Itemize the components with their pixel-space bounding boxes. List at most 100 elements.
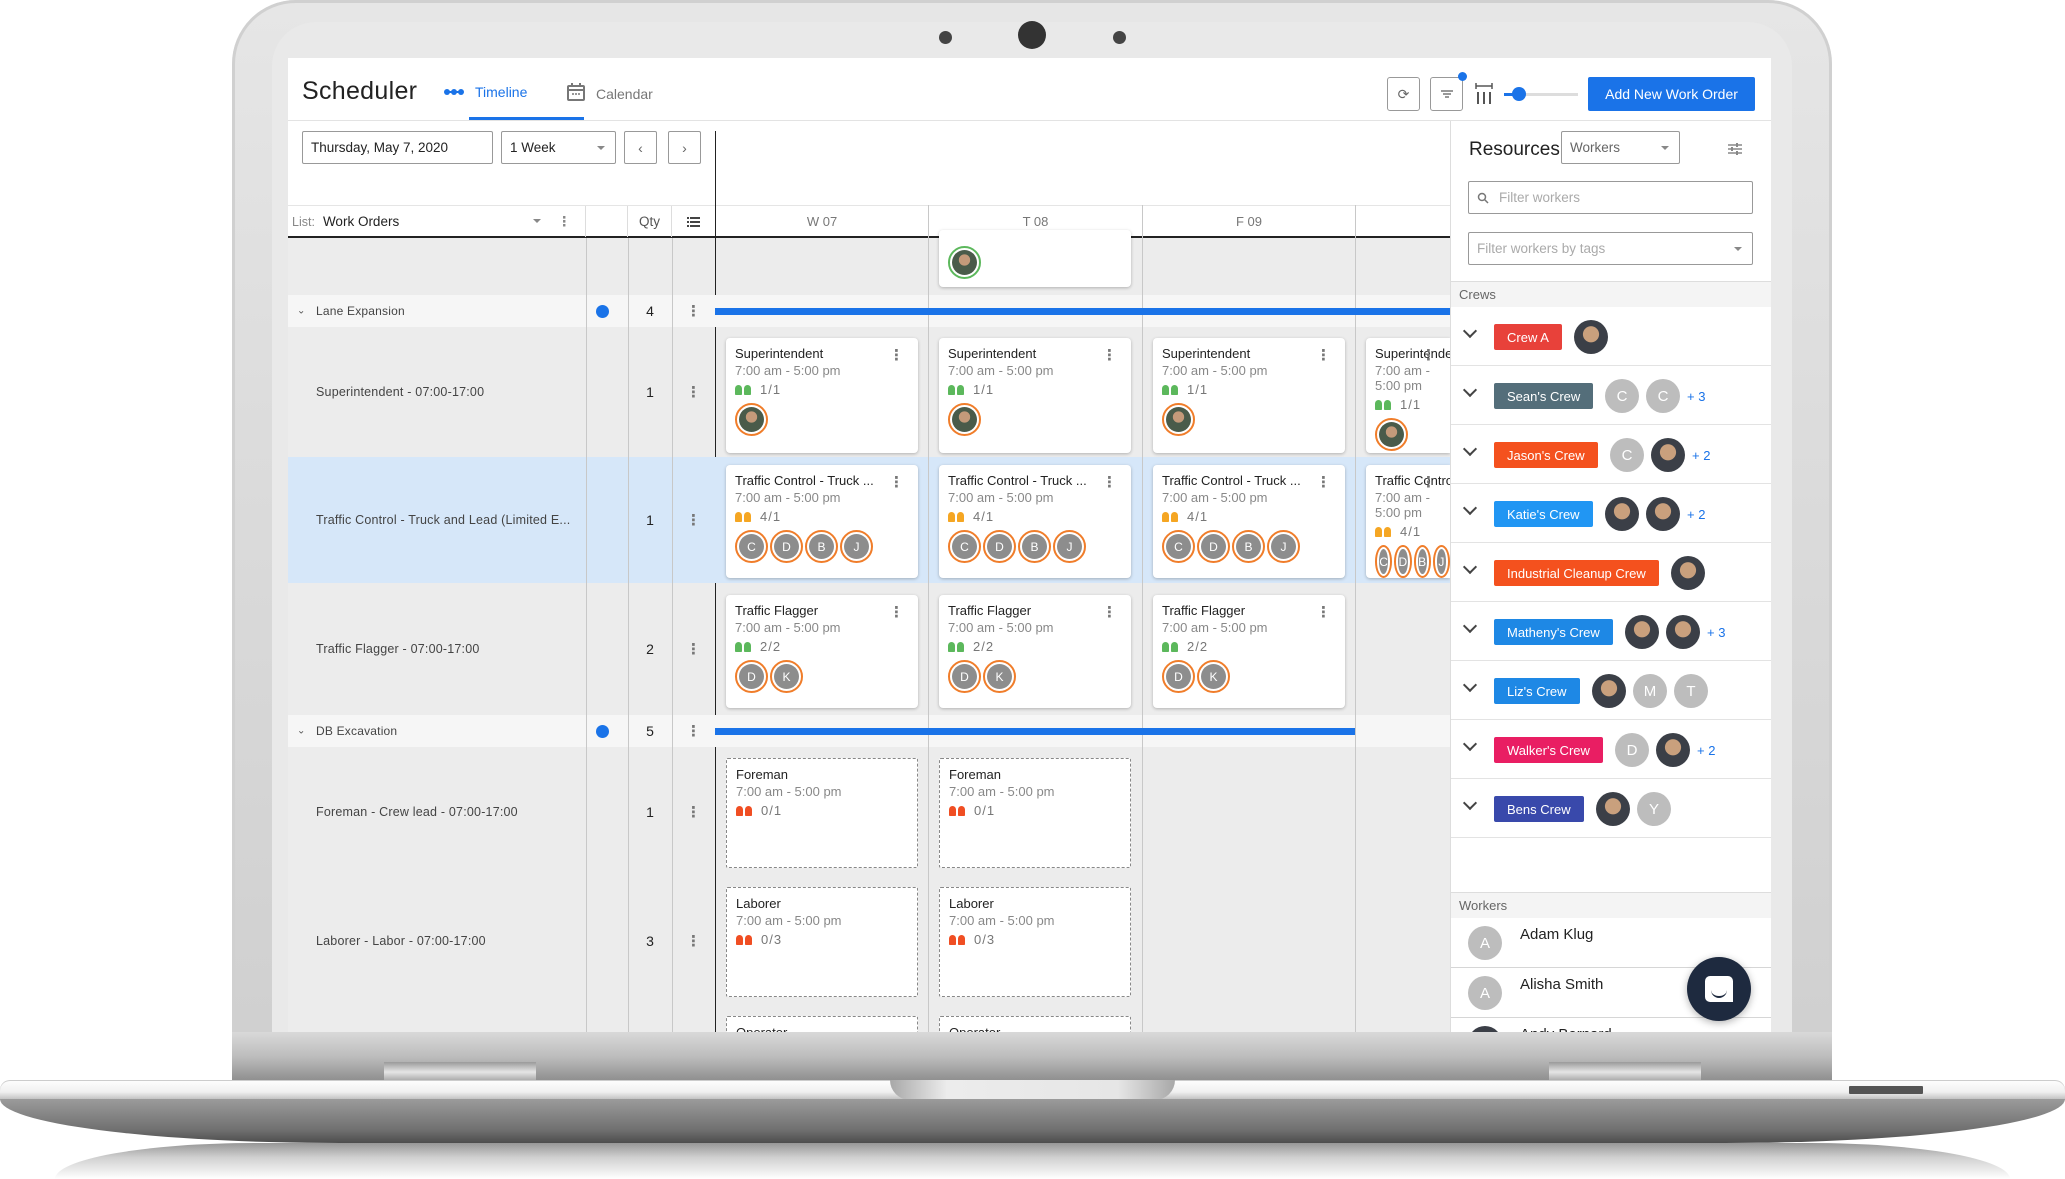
filter-workers-input[interactable]: Filter workers: [1468, 181, 1753, 214]
row-menu-icon[interactable]: ⋮: [672, 511, 715, 529]
crew-tag[interactable]: Jason's Crew: [1494, 442, 1598, 468]
slider-thumb[interactable]: [1511, 87, 1526, 101]
shift-card[interactable]: Superintendent 7:00 am - 5:00 pm 1/1 ⋮: [939, 338, 1131, 453]
crew-tag[interactable]: Bens Crew: [1494, 796, 1584, 822]
refresh-button[interactable]: ⟳: [1387, 77, 1420, 111]
row-menu-icon[interactable]: ⋮: [672, 932, 715, 950]
more-members-count[interactable]: + 3: [1707, 625, 1725, 640]
card-menu-icon[interactable]: ⋮: [889, 605, 904, 620]
column-width-icon[interactable]: [1474, 83, 1494, 110]
crew-tag[interactable]: Industrial Cleanup Crew: [1494, 560, 1659, 586]
shift-card[interactable]: Superintendent 7:00 am - 5:00 pm 1/1 ⋮: [1153, 338, 1345, 453]
chevron-down-icon[interactable]: [1462, 323, 1478, 339]
crew-row[interactable]: Crew A: [1451, 307, 1771, 366]
list-row[interactable]: Foreman - Crew lead - 07:00-17:00 1 ⋮: [288, 747, 715, 876]
add-work-order-button[interactable]: Add New Work Order: [1588, 77, 1755, 111]
shift-card[interactable]: Traffic Control - Truck ... 7:00 am - 5:0…: [939, 465, 1131, 578]
more-members-count[interactable]: + 2: [1697, 743, 1715, 758]
crew-tag[interactable]: Crew A: [1494, 324, 1562, 350]
range-select[interactable]: 1 Week: [501, 131, 616, 164]
list-row-selected[interactable]: Traffic Control - Truck and Lead (Limite…: [288, 457, 715, 583]
card-menu-icon[interactable]: ⋮: [1102, 475, 1117, 490]
shift-card[interactable]: Traffic Flagger 7:00 am - 5:00 pm 2/2 ⋮ D K: [939, 595, 1131, 708]
shift-card[interactable]: Laborer 7:00 am - 5:00 pm 0/3: [939, 887, 1131, 997]
crew-tag[interactable]: Matheny's Crew: [1494, 619, 1613, 645]
more-members-count[interactable]: + 2: [1692, 448, 1710, 463]
row-menu-icon[interactable]: ⋮: [672, 640, 715, 658]
shift-card[interactable]: Superintendent 7:00 am - 5:00 pm 1/1 ⋮: [1366, 338, 1450, 453]
chevron-down-icon[interactable]: [1462, 441, 1478, 457]
chevron-down-icon[interactable]: [1462, 618, 1478, 634]
card-menu-icon[interactable]: ⋮: [889, 475, 904, 490]
date-picker[interactable]: Thursday, May 7, 2020: [302, 131, 493, 164]
filter-button[interactable]: [1430, 72, 1467, 111]
chevron-down-icon[interactable]: ⌄: [297, 306, 305, 317]
card-menu-icon[interactable]: ⋮: [1316, 348, 1331, 363]
chat-button[interactable]: [1687, 957, 1751, 1021]
crew-row[interactable]: Jason's Crew C + 2: [1451, 425, 1771, 484]
crew-row[interactable]: Katie's Crew + 2: [1451, 484, 1771, 543]
row-menu-icon[interactable]: ⋮: [672, 722, 715, 740]
settings-sliders-icon[interactable]: [1727, 142, 1743, 161]
shift-card[interactable]: Operator: [939, 1016, 1131, 1032]
resource-type-select[interactable]: Workers: [1561, 131, 1680, 164]
lane-expansion-bar[interactable]: [715, 308, 1450, 315]
chevron-down-icon[interactable]: [1462, 795, 1478, 811]
card-menu-icon[interactable]: ⋮: [1102, 605, 1117, 620]
zoom-slider[interactable]: [1504, 86, 1578, 102]
crew-tag[interactable]: Walker's Crew: [1494, 737, 1603, 763]
shift-card-partial[interactable]: [939, 230, 1131, 287]
qty-column-header[interactable]: Qty: [628, 206, 672, 237]
crew-tag[interactable]: Sean's Crew: [1494, 383, 1594, 409]
row-menu-icon[interactable]: ⋮: [672, 803, 715, 821]
next-button[interactable]: ›: [668, 131, 701, 164]
card-menu-icon[interactable]: ⋮: [889, 348, 904, 363]
card-menu-icon[interactable]: ⋮: [1316, 475, 1331, 490]
chevron-down-icon[interactable]: [1462, 500, 1478, 516]
list-selector[interactable]: List: Work Orders ⋮: [288, 206, 586, 237]
card-menu-icon[interactable]: ⋮: [1102, 348, 1117, 363]
card-menu-icon[interactable]: ⋮: [1421, 475, 1436, 490]
shift-card[interactable]: Superintendent 7:00 am - 5:00 pm 1/1 ⋮: [726, 338, 918, 453]
row-menu-icon[interactable]: ⋮: [672, 302, 715, 320]
card-menu-icon[interactable]: ⋮: [1421, 348, 1436, 363]
list-menu-icon[interactable]: ⋮: [558, 214, 572, 230]
db-excavation-bar[interactable]: [715, 728, 1355, 735]
crew-row[interactable]: Walker's Crew D + 2: [1451, 720, 1771, 779]
shift-card[interactable]: Foreman 7:00 am - 5:00 pm 0/1: [726, 758, 918, 868]
crew-tag[interactable]: Liz's Crew: [1494, 678, 1580, 704]
crew-row[interactable]: Bens Crew Y: [1451, 779, 1771, 838]
tab-timeline[interactable]: Timeline: [443, 84, 527, 100]
shift-card[interactable]: Traffic Control - Truck ... 7:00 am - 5:0…: [1366, 465, 1450, 578]
filter-tags-select[interactable]: Filter workers by tags: [1468, 232, 1753, 265]
crew-tag[interactable]: Katie's Crew: [1494, 501, 1593, 527]
card-menu-icon[interactable]: ⋮: [1316, 605, 1331, 620]
crew-row[interactable]: Matheny's Crew + 3: [1451, 602, 1771, 661]
prev-button[interactable]: ‹: [624, 131, 657, 164]
list-row[interactable]: Laborer - Labor - 07:00-17:00 3 ⋮: [288, 876, 715, 1005]
more-members-count[interactable]: + 2: [1687, 507, 1705, 522]
row-menu-icon[interactable]: ⋮: [672, 383, 715, 401]
chevron-down-icon[interactable]: [1462, 736, 1478, 752]
shift-card[interactable]: Traffic Flagger 7:00 am - 5:00 pm 2/2 ⋮ D K: [1153, 595, 1345, 708]
chevron-down-icon[interactable]: [1462, 559, 1478, 575]
crew-row[interactable]: Industrial Cleanup Crew: [1451, 543, 1771, 602]
tab-calendar[interactable]: Calendar: [566, 82, 653, 105]
shift-card[interactable]: Traffic Flagger 7:00 am - 5:00 pm 2/2 ⋮ D K: [726, 595, 918, 708]
shift-card[interactable]: Traffic Control - Truck ... 7:00 am - 5:0…: [1153, 465, 1345, 578]
chevron-down-icon[interactable]: ⌄: [297, 726, 305, 737]
shift-card[interactable]: Traffic Control - Truck ... 7:00 am - 5:0…: [726, 465, 918, 578]
crew-row[interactable]: Sean's Crew C C + 3: [1451, 366, 1771, 425]
chevron-down-icon[interactable]: [1462, 382, 1478, 398]
group-row-db-excavation[interactable]: ⌄ DB Excavation 5 ⋮: [288, 715, 715, 747]
group-row-lane-expansion[interactable]: ⌄ Lane Expansion 4 ⋮: [288, 295, 715, 327]
shift-card[interactable]: Laborer 7:00 am - 5:00 pm 0/3: [726, 887, 918, 997]
column-settings-button[interactable]: [672, 206, 715, 237]
chevron-down-icon[interactable]: [1462, 677, 1478, 693]
shift-card[interactable]: Foreman 7:00 am - 5:00 pm 0/1: [939, 758, 1131, 868]
list-row[interactable]: Traffic Flagger - 07:00-17:00 2 ⋮: [288, 583, 715, 715]
more-members-count[interactable]: + 3: [1687, 389, 1705, 404]
shift-card[interactable]: Operator: [726, 1016, 918, 1032]
list-row[interactable]: Superintendent - 07:00-17:00 1 ⋮: [288, 327, 715, 457]
crew-row[interactable]: Liz's Crew M T: [1451, 661, 1771, 720]
